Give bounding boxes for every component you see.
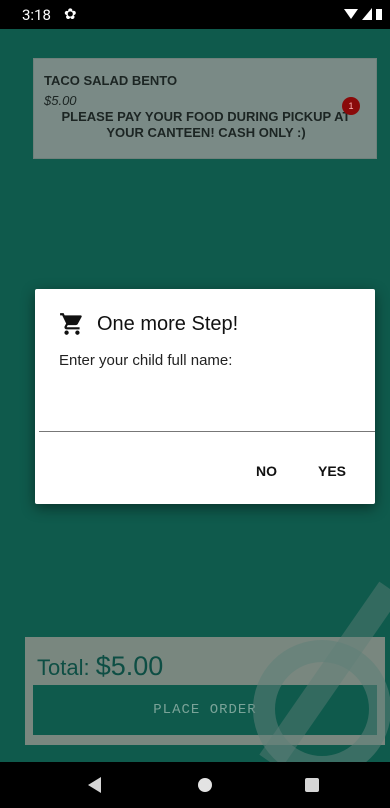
payment-note-line-1: PLEASE PAY YOUR FOOD DURING PICKUP AT <box>61 109 351 124</box>
item-price: $5.00 <box>44 93 77 108</box>
signal-icon <box>362 8 372 20</box>
total-label: Total: <box>37 655 96 680</box>
wifi-icon <box>344 9 358 19</box>
status-time: 3:18 <box>22 6 51 24</box>
total-amount: $5.00 <box>95 651 164 681</box>
status-icons <box>344 8 382 20</box>
system-nav-bar <box>0 762 390 808</box>
dialog-title: One more Step! <box>97 312 239 335</box>
child-name-input[interactable] <box>39 385 375 432</box>
no-button[interactable]: NO <box>248 459 285 483</box>
child-name-dialog: One more Step! Enter your child full nam… <box>35 289 375 504</box>
payment-note-line-2: YOUR CANTEEN! CASH ONLY :) <box>106 125 306 140</box>
back-icon[interactable] <box>88 777 101 793</box>
item-name: TACO SALAD BENTO <box>44 73 178 88</box>
yes-button[interactable]: YES <box>310 459 354 483</box>
cart-item-card[interactable]: TACO SALAD BENTO $5.00 PLEASE PAY YOUR F… <box>33 58 377 159</box>
shopping-cart-icon <box>60 313 82 335</box>
total-row: Total: $5.00 <box>37 651 163 682</box>
payment-note: PLEASE PAY YOUR FOOD DURING PICKUP AT YO… <box>34 109 378 141</box>
place-order-button[interactable]: PLACE ORDER <box>33 685 377 735</box>
recents-icon[interactable] <box>305 778 319 792</box>
dialog-message: Enter your child full name: <box>59 352 233 369</box>
battery-icon <box>376 9 382 20</box>
order-footer: Total: $5.00 PLACE ORDER <box>25 637 385 745</box>
status-bar: 3:18 ✿ <box>0 0 390 29</box>
home-icon[interactable] <box>198 778 212 792</box>
settings-gear-icon: ✿ <box>64 6 77 23</box>
dialog-header: One more Step! <box>59 311 238 337</box>
quantity-badge: 1 <box>342 97 360 115</box>
